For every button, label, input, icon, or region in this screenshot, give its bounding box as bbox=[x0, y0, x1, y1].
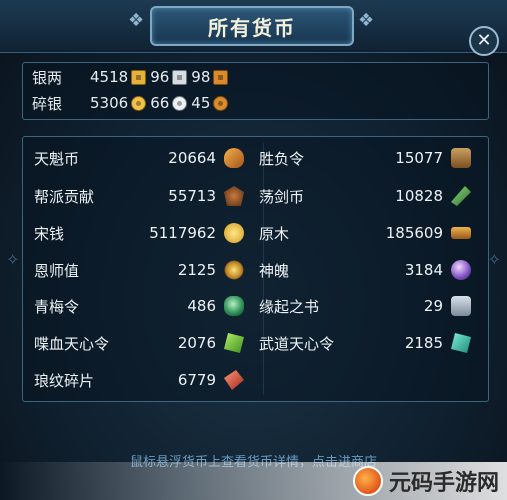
currency-name: 神魄 bbox=[259, 261, 290, 280]
currency-name: 天魁币 bbox=[34, 149, 80, 168]
currency-name: 帮派贡献 bbox=[34, 187, 95, 206]
currency-item[interactable]: 喋血天心令 2076 bbox=[34, 330, 246, 356]
watermark-logo-icon bbox=[352, 466, 383, 496]
silver-square-coin-icon bbox=[172, 69, 188, 85]
copper-round-coin-icon bbox=[213, 95, 229, 111]
currency-name: 恩师值 bbox=[34, 261, 80, 280]
broken-silver-row[interactable]: 碎银 5306 66 45 bbox=[32, 92, 232, 114]
currency-item[interactable]: 武道天心令 2185 bbox=[259, 330, 473, 356]
currency-value: 6779 bbox=[177, 371, 216, 389]
currency-name: 琅纹碎片 bbox=[34, 371, 95, 390]
broken-silver-amount-copper: 45 bbox=[191, 94, 211, 112]
currency-item[interactable]: 天魁币 20664 bbox=[34, 145, 246, 171]
currency-name: 宋钱 bbox=[34, 224, 65, 243]
watermark-text: 元码手游网 bbox=[388, 471, 499, 496]
ornament-left-icon: ❖ bbox=[128, 10, 145, 31]
currency-name: 缘起之书 bbox=[259, 297, 320, 316]
currency-item[interactable]: 琅纹碎片 6779 bbox=[34, 367, 246, 393]
currency-window: ❖ 所有货币 ❖ ✕ 银两 4518 96 98 碎银 5306 66 45 天… bbox=[0, 0, 507, 500]
gold-square-coin-icon bbox=[131, 69, 147, 85]
currency-item[interactable]: 神魄 3184 bbox=[259, 257, 473, 283]
broken-silver-label: 碎银 bbox=[32, 94, 63, 113]
currency-value: 5117962 bbox=[149, 224, 216, 242]
copper-square-coin-icon bbox=[213, 69, 229, 85]
currency-value: 20664 bbox=[168, 149, 216, 167]
currency-item[interactable]: 荡剑币 10828 bbox=[259, 183, 473, 209]
broken-silver-amount-gold: 5306 bbox=[90, 94, 129, 112]
watermark: 元码手游网 bbox=[352, 464, 499, 498]
currency-name: 荡剑币 bbox=[259, 187, 305, 206]
title-bar: ❖ 所有货币 ❖ bbox=[0, 0, 507, 53]
dagger-icon bbox=[451, 186, 471, 206]
coin-icon bbox=[224, 223, 244, 243]
currency-item[interactable]: 恩师值 2125 bbox=[34, 257, 246, 283]
currency-item[interactable]: 缘起之书 29 bbox=[259, 293, 473, 319]
silver-amount-copper: 98 bbox=[191, 68, 211, 86]
medal-icon bbox=[224, 148, 244, 168]
currency-value: 185609 bbox=[385, 224, 443, 242]
silver-amount-gold: 4518 bbox=[90, 68, 129, 86]
cyan-token-icon bbox=[451, 333, 471, 353]
close-button[interactable]: ✕ bbox=[469, 26, 499, 56]
currency-item[interactable]: 宋钱 5117962 bbox=[34, 220, 246, 246]
currency-value: 3184 bbox=[404, 261, 443, 279]
currency-name: 喋血天心令 bbox=[34, 334, 110, 353]
shard-icon bbox=[224, 370, 244, 390]
currency-item[interactable]: 青梅令 486 bbox=[34, 293, 246, 319]
silver-label: 银两 bbox=[32, 68, 63, 87]
currency-value: 10828 bbox=[395, 187, 443, 205]
currency-value: 29 bbox=[423, 297, 443, 315]
currency-value: 486 bbox=[187, 297, 216, 315]
mask-icon bbox=[224, 186, 244, 206]
gold-round-coin-icon bbox=[131, 95, 147, 111]
frame-ornament-icon: ✧ bbox=[6, 250, 20, 269]
title-plate: 所有货币 bbox=[150, 6, 354, 46]
spark-icon bbox=[224, 260, 244, 280]
frame-ornament-icon: ✧ bbox=[487, 250, 501, 269]
currency-name: 青梅令 bbox=[34, 297, 80, 316]
currency-name: 胜负令 bbox=[259, 149, 305, 168]
currency-value: 15077 bbox=[395, 149, 443, 167]
currency-item[interactable]: 帮派贡献 55713 bbox=[34, 183, 246, 209]
scroll-icon bbox=[451, 148, 471, 168]
window-title: 所有货币 bbox=[208, 15, 296, 40]
green-token-icon bbox=[224, 333, 244, 353]
silver-row[interactable]: 银两 4518 96 98 bbox=[32, 66, 232, 88]
jade-icon bbox=[224, 296, 244, 316]
orb-icon bbox=[451, 260, 471, 280]
silver-round-coin-icon bbox=[172, 95, 188, 111]
currency-name: 原木 bbox=[259, 224, 290, 243]
currency-value: 2125 bbox=[177, 261, 216, 279]
currency-value: 55713 bbox=[168, 187, 216, 205]
currency-item[interactable]: 胜负令 15077 bbox=[259, 145, 473, 171]
wood-icon bbox=[451, 227, 471, 239]
broken-silver-amount-silver: 66 bbox=[150, 94, 170, 112]
book-icon bbox=[451, 296, 471, 316]
silver-amount-silver: 96 bbox=[150, 68, 170, 86]
ornament-right-icon: ❖ bbox=[358, 10, 375, 31]
currency-item[interactable]: 原木 185609 bbox=[259, 220, 473, 246]
currency-name: 武道天心令 bbox=[259, 334, 335, 353]
currency-value: 2076 bbox=[177, 334, 216, 352]
currency-value: 2185 bbox=[404, 334, 443, 352]
